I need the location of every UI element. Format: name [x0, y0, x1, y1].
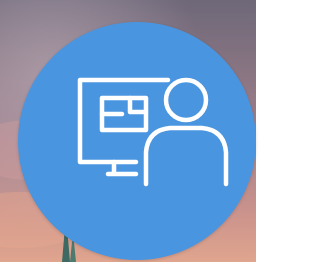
person-body-icon [143, 125, 229, 187]
monitor-outline-icon [77, 77, 171, 165]
remote-worker-computer-icon [77, 77, 229, 187]
person-head-icon [163, 77, 209, 123]
window-grid-icon [99, 95, 149, 117]
